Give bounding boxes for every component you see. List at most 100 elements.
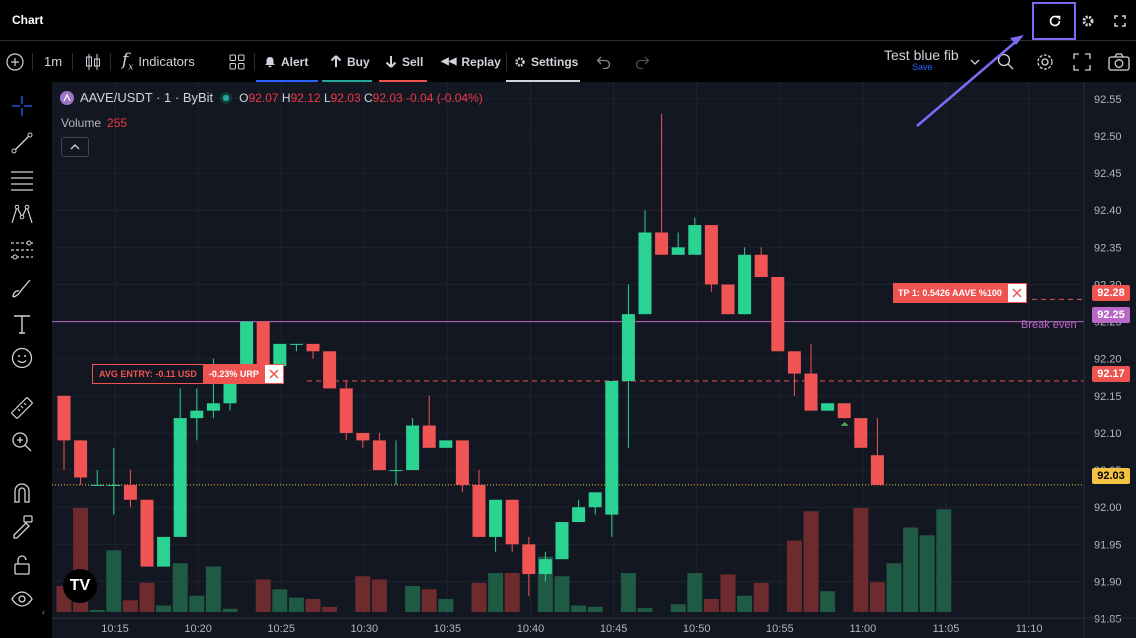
candle-body [356,432,370,441]
screenshot-button[interactable] [1108,41,1130,82]
buy-button[interactable]: Buy [322,41,372,82]
grid-icon [229,54,245,69]
interval-button[interactable]: 1m [44,41,62,82]
eye-icon[interactable] [8,585,36,613]
time-tick-label: 10:30 [351,623,379,635]
volume-bar [355,576,371,612]
aave-logo-icon [60,90,74,105]
volume-bar [820,591,836,612]
candle-body [422,425,436,448]
gear-icon[interactable] [1075,8,1101,34]
volume-bar [189,595,205,612]
zoom-in-icon[interactable] [8,428,36,456]
time-tick-label: 11:00 [850,623,877,635]
drawing-toolbar: ‹ [0,82,45,638]
layout-name-label: Test blue fib [884,46,959,63]
candle-body [870,455,884,485]
volume-bar [620,573,636,612]
cancel-tp-button[interactable] [1006,283,1027,303]
lock-drawing-icon[interactable] [8,513,36,541]
candle-body [821,403,835,411]
text-tool-icon[interactable] [8,310,36,338]
price-tick-label: 92.15 [1094,391,1122,403]
close-position-button[interactable] [263,364,284,384]
candle-body [206,403,220,411]
trendline-icon[interactable] [8,129,36,157]
chart-type-button[interactable] [84,41,102,82]
price-chart[interactable]: 92.5592.5092.4592.4092.3592.3092.2592.20… [52,82,1136,638]
emoji-icon[interactable] [8,344,36,372]
time-tick-label: 10:20 [184,623,212,635]
candle-body [621,314,635,381]
indicators-button[interactable]: fx Indicators [122,41,195,82]
volume-bar [903,527,919,612]
candle-body [339,388,353,433]
time-tick-label: 10:15 [101,623,129,635]
fib-icon[interactable] [8,236,36,264]
candle-body [306,343,320,352]
candle-body [273,343,287,367]
sidebar-collapse-icon[interactable]: ‹ [42,607,45,617]
chart-settings-button[interactable] [1034,41,1056,82]
sell-label: Sell [402,54,424,69]
break-even-price-tag: 92.25 [1092,307,1130,323]
sell-button[interactable]: Sell [379,41,427,82]
brush-icon[interactable] [8,274,36,302]
ruler-icon[interactable] [8,394,36,422]
candle-body [190,410,204,419]
replay-button[interactable]: ◀◀ Replay [441,41,501,82]
signal-marker [840,421,849,426]
unlock-icon[interactable] [8,551,36,579]
chart-pane[interactable]: 92.5592.5092.4592.4092.3592.3092.2592.20… [52,82,1136,638]
market-status-icon [220,91,233,104]
refresh-icon[interactable] [1042,8,1068,34]
settings-label: Settings [531,54,579,69]
settings-button[interactable]: Settings [506,41,580,82]
candle-body [123,484,137,500]
candle-body [671,247,685,255]
avg-entry-order[interactable]: AVG ENTRY: -0.11 USD -0.23% URP [92,364,284,384]
volume-bar [156,605,172,612]
time-tick-label: 10:45 [600,623,628,635]
candle-body [323,351,337,389]
volume-bar [720,574,736,612]
redo-button[interactable] [634,41,650,82]
take-profit-order[interactable]: TP 1: 0.5426 AAVE %100 [893,283,1027,303]
fullscreen-chart-button[interactable] [1073,41,1091,82]
volume-bar [222,608,238,612]
fullscreen-icon[interactable] [1107,8,1133,34]
volume-label: Volume [61,116,102,130]
volume-bar [405,586,421,612]
layout-dropdown[interactable] [970,41,980,82]
avg-entry-label: AVG ENTRY: -0.11 USD [92,364,204,384]
volume-bar [504,573,520,612]
candle-body [140,499,154,567]
collapse-legend-button[interactable] [61,137,89,157]
chart-toolbar: 1m fx Indicators Alert Buy Sell ◀◀ Repla… [0,41,1136,82]
crosshair-icon[interactable] [8,92,36,120]
symbol-label[interactable]: AAVE/USDT · 1 · ByBit [80,90,213,105]
candle-body [157,536,171,567]
high-label: H [281,90,291,105]
add-symbol-button[interactable] [5,41,25,82]
volume-bar [737,595,753,612]
layout-save-label[interactable]: Save [912,62,933,72]
candle-body [406,425,420,471]
chevron-down-icon [970,59,980,65]
undo-button[interactable] [596,41,612,82]
tradingview-logo[interactable]: TV [63,569,97,603]
time-tick-label: 10:35 [434,623,462,635]
close-label: C [364,90,373,105]
alert-button[interactable]: Alert [256,41,318,82]
price-tick-label: 92.00 [1094,502,1122,514]
entry-price-tag: 92.17 [1092,366,1130,382]
layouts-button[interactable] [228,41,246,82]
magnet-icon[interactable] [8,479,36,507]
horizontal-lines-icon[interactable] [8,166,36,194]
search-button[interactable] [996,41,1016,82]
candle-body [389,470,403,472]
camera-icon [1108,52,1130,71]
volume-bar [869,582,885,612]
pattern-icon[interactable] [8,201,36,229]
candles-icon [86,53,100,70]
